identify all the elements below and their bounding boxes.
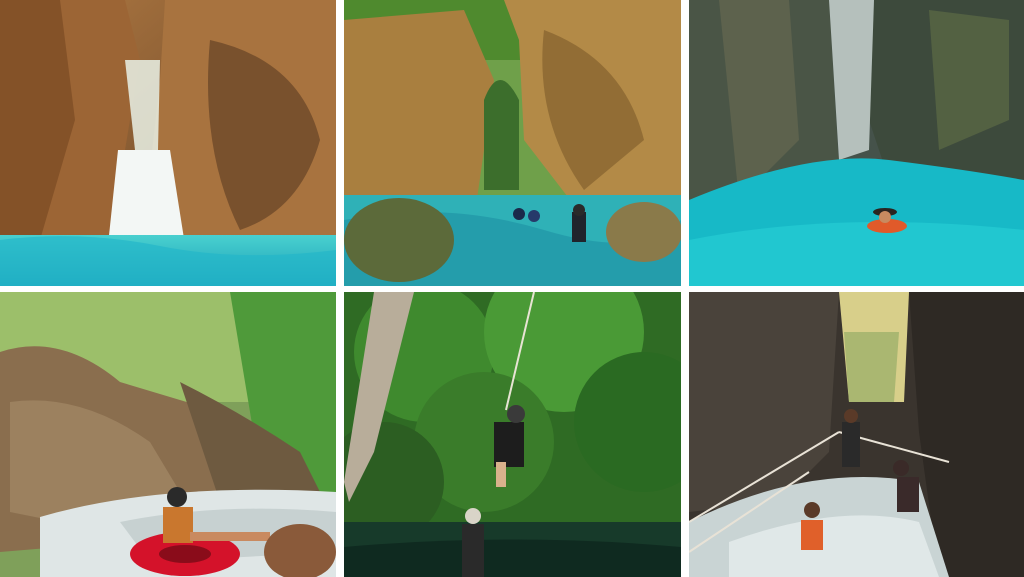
canyon-rope-walk-image (689, 292, 1024, 577)
river-canyon-image (344, 0, 681, 286)
photo-river-canyon-swimmers (344, 0, 681, 286)
canyon-waterfall-image (0, 0, 336, 286)
river-tubing-image (0, 292, 336, 577)
turquoise-canyon-image (689, 0, 1024, 286)
photo-turquoise-canyon-swimmer (689, 0, 1024, 286)
photo-canyon-rope-walk (689, 292, 1024, 577)
photo-canyon-waterfall (0, 0, 336, 286)
rope-swing-image (344, 292, 681, 577)
photo-river-tubing (0, 292, 336, 577)
photo-rope-swing (344, 292, 681, 577)
